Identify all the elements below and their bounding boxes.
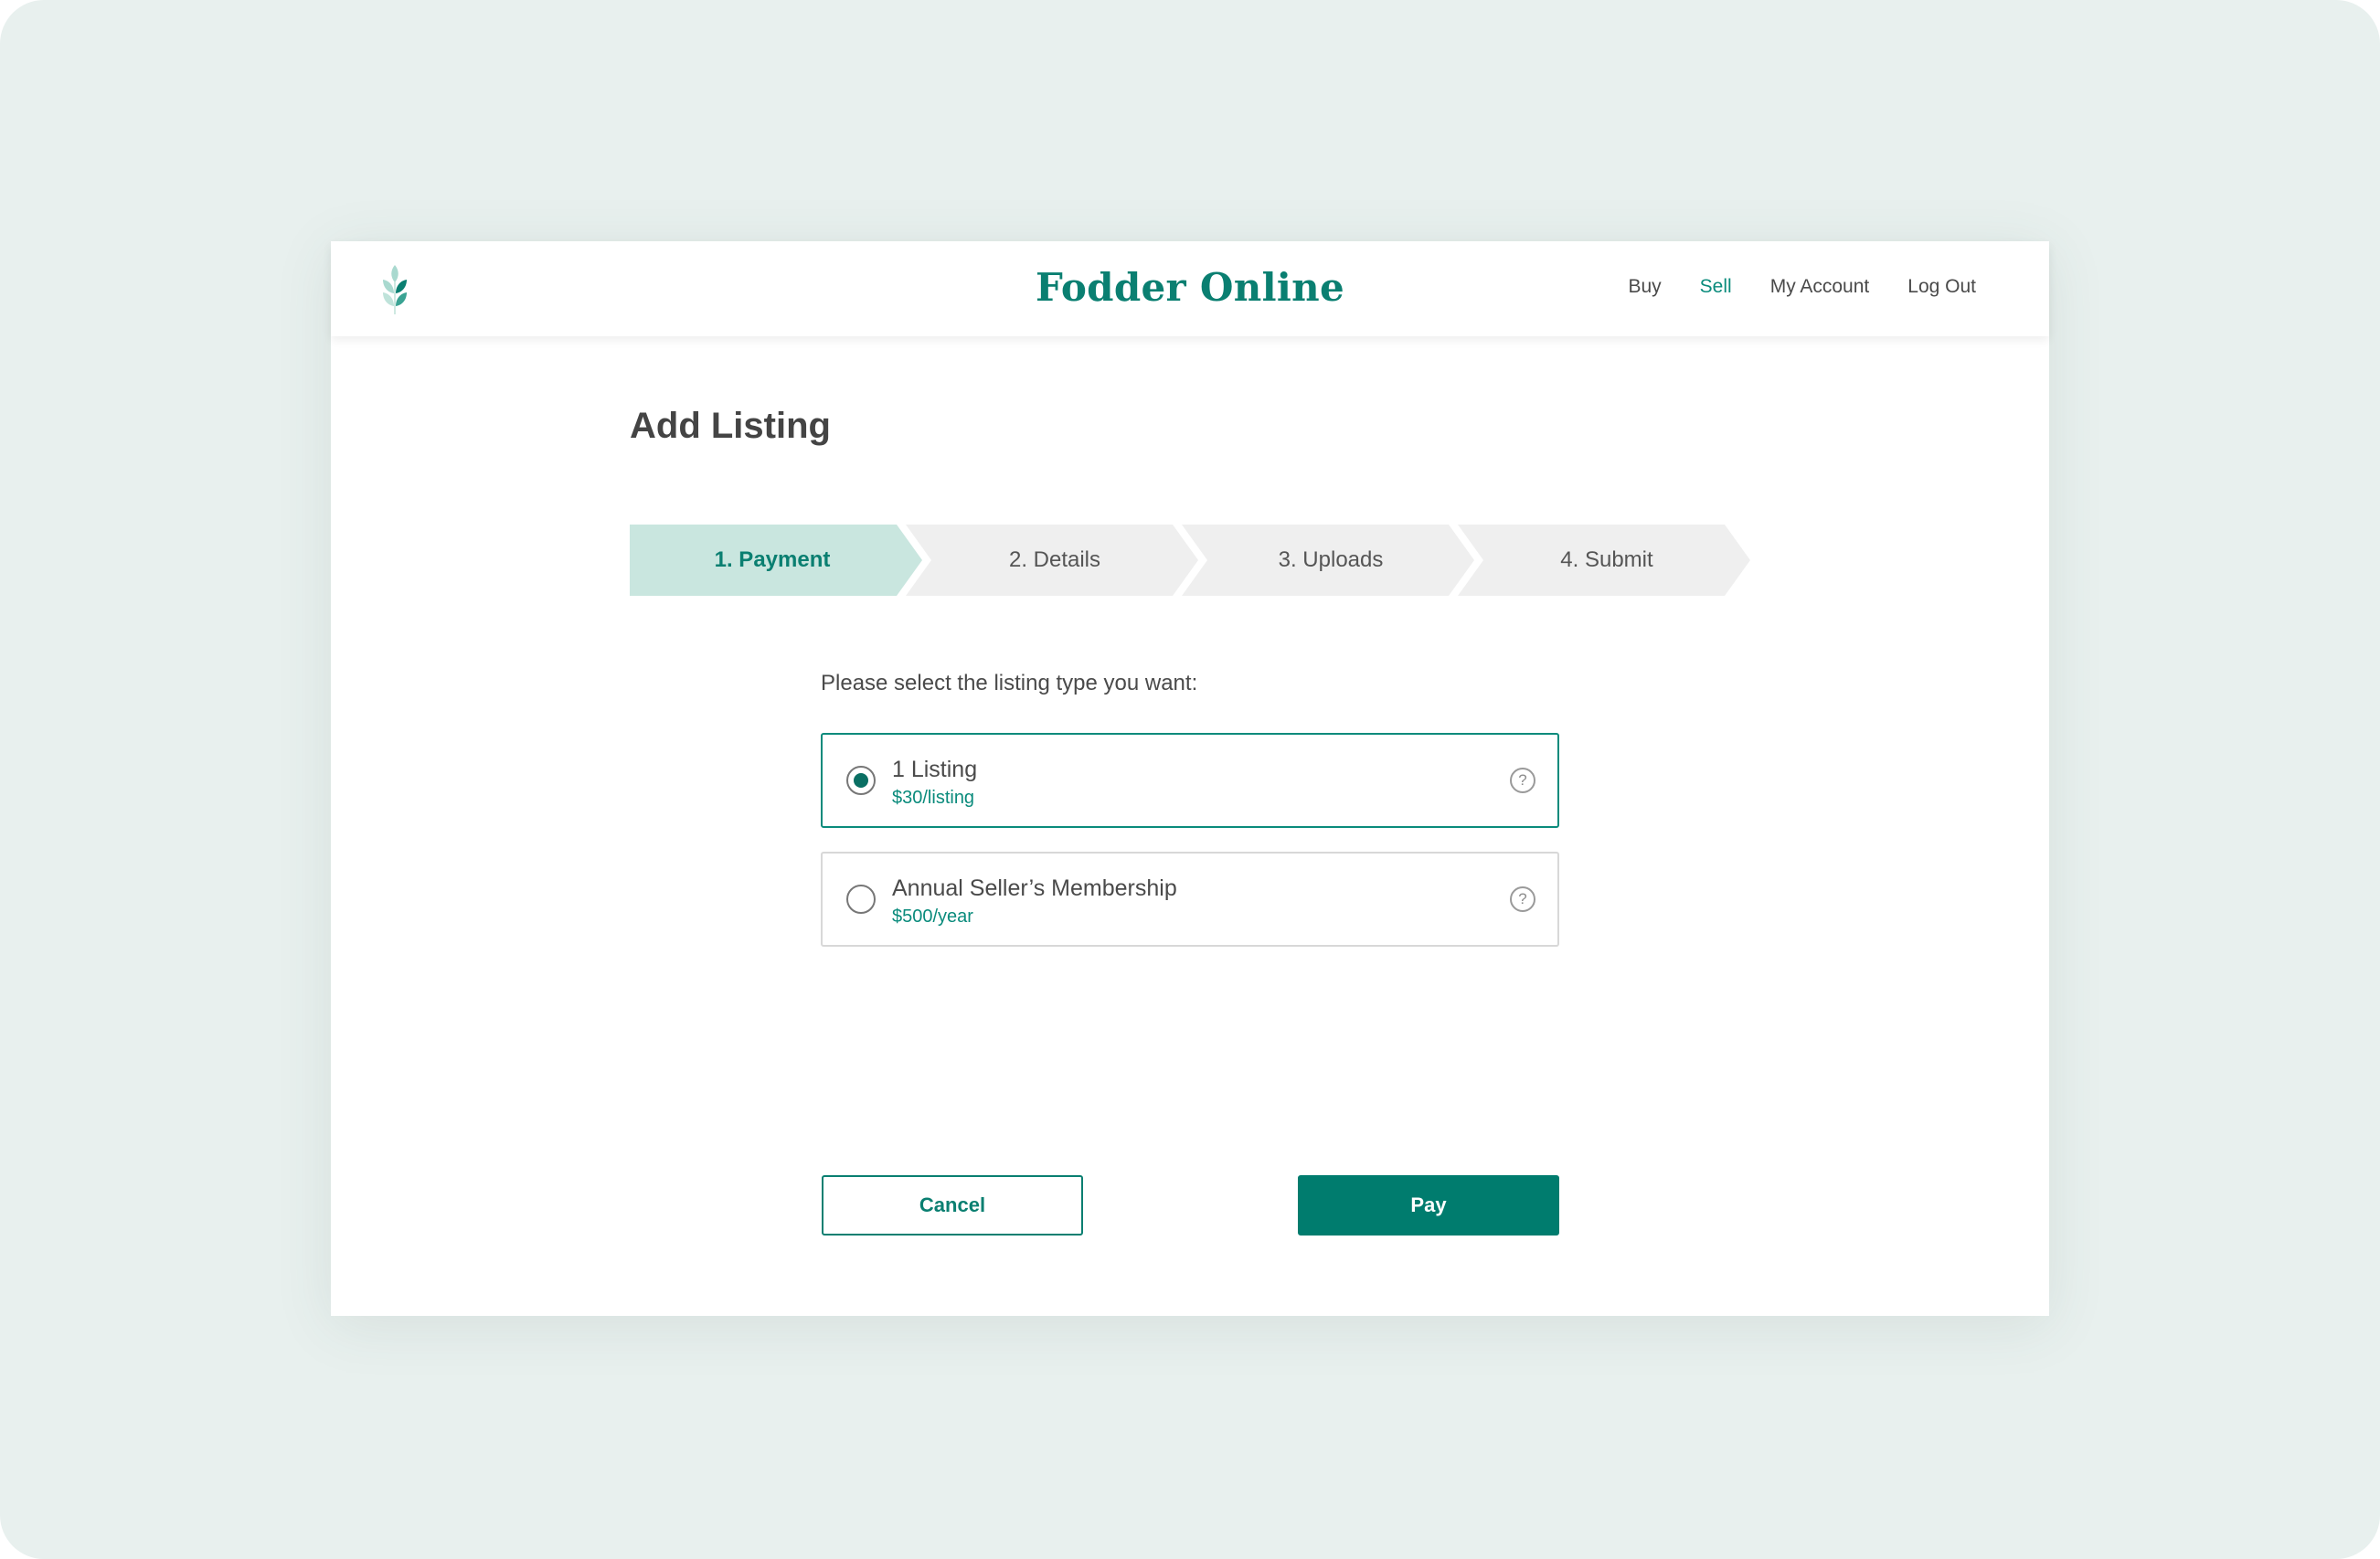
option-name: 1 Listing [892,757,978,782]
top-nav: Buy Sell My Account Log Out [1628,276,1976,298]
listing-type-prompt: Please select the listing type you want: [821,671,1198,695]
app-window: Fodder Online Buy Sell My Account Log Ou… [331,241,2049,1316]
step-label: 4. Submit [1560,547,1653,572]
option-price: $500/year [892,907,973,927]
step-label: 1. Payment [714,547,831,572]
nav-my-account-link[interactable]: My Account [1770,276,1870,298]
nav-buy-link[interactable]: Buy [1628,276,1661,298]
step-submit[interactable]: 4. Submit [1458,525,1750,596]
question-circle-icon[interactable]: ? [1510,768,1535,793]
option-single-listing[interactable]: 1 Listing $30/listing ? [821,733,1559,828]
step-payment[interactable]: 1. Payment [630,525,922,596]
option-name: Annual Seller’s Membership [892,875,1177,901]
step-label: 3. Uploads [1278,547,1384,572]
progress-stepper: 1. Payment 2. Details 3. Uploads 4. Subm… [630,525,1754,596]
page-title: Add Listing [630,406,831,446]
header-bar: Fodder Online Buy Sell My Account Log Ou… [331,241,2049,336]
step-uploads[interactable]: 3. Uploads [1182,525,1474,596]
option-price: $30/listing [892,788,975,808]
option-annual-membership[interactable]: Annual Seller’s Membership $500/year ? [821,852,1559,947]
step-details[interactable]: 2. Details [906,525,1198,596]
pay-button[interactable]: Pay [1298,1175,1559,1236]
question-circle-icon[interactable]: ? [1510,886,1535,912]
nav-sell-link[interactable]: Sell [1700,276,1732,298]
step-label: 2. Details [1008,547,1101,572]
cancel-button[interactable]: Cancel [822,1175,1083,1236]
nav-log-out-link[interactable]: Log Out [1907,276,1976,298]
radio-selected[interactable] [846,766,876,795]
radio-unselected[interactable] [846,885,876,914]
